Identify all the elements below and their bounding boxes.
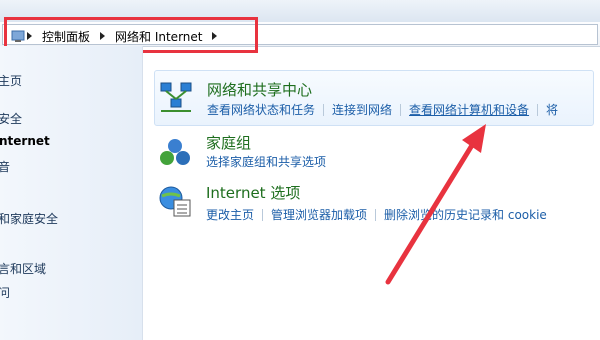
internet-options-icon[interactable] bbox=[158, 184, 192, 218]
link-separator bbox=[262, 208, 264, 221]
link-homegroup-sharing-options[interactable]: 选择家庭组和共享选项 bbox=[206, 153, 326, 170]
category-network-sharing: 网络和共享中心 查看网络状态和任务 连接到网络 查看网络计算机和设备 将 bbox=[154, 70, 594, 126]
category-links-network-sharing: 查看网络状态和任务 连接到网络 查看网络计算机和设备 将 bbox=[207, 101, 558, 118]
link-separator bbox=[400, 103, 402, 116]
link-separator bbox=[323, 103, 325, 116]
left-nav-item-access[interactable]: 问 bbox=[0, 284, 10, 301]
category-title-homegroup[interactable]: 家庭组 bbox=[206, 132, 251, 153]
category-homegroup: 家庭组 选择家庭组和共享选项 bbox=[154, 132, 594, 172]
category-links-internet-options: 更改主页 管理浏览器加载项 删除浏览的历史记录和 cookie bbox=[206, 206, 547, 223]
link-truncated[interactable]: 将 bbox=[546, 101, 558, 118]
network-sharing-center-icon[interactable] bbox=[159, 79, 193, 113]
left-nav-item-sound[interactable]: 音 bbox=[0, 158, 10, 175]
left-nav-pane: 主页 安全 nternet 音 和家庭安全 言和区域 问 bbox=[0, 46, 143, 340]
link-manage-addons[interactable]: 管理浏览器加载项 bbox=[271, 206, 367, 223]
link-view-network-computers[interactable]: 查看网络计算机和设备 bbox=[409, 101, 529, 118]
link-separator bbox=[537, 103, 539, 116]
link-connect-network[interactable]: 连接到网络 bbox=[332, 101, 392, 118]
left-nav-item-home[interactable]: 主页 bbox=[0, 72, 22, 89]
left-nav-item-security[interactable]: 安全 bbox=[0, 110, 22, 127]
category-internet-options: Internet 选项 更改主页 管理浏览器加载项 删除浏览的历史记录和 coo… bbox=[154, 182, 594, 226]
link-change-homepage[interactable]: 更改主页 bbox=[206, 206, 254, 223]
left-nav-item-family-safety[interactable]: 和家庭安全 bbox=[0, 210, 58, 227]
category-title-internet-options[interactable]: Internet 选项 bbox=[206, 182, 300, 203]
homegroup-icon[interactable] bbox=[158, 136, 192, 170]
category-title-network-sharing[interactable]: 网络和共享中心 bbox=[207, 79, 312, 100]
left-nav-item-internet[interactable]: nternet bbox=[0, 134, 50, 148]
link-view-network-status[interactable]: 查看网络状态和任务 bbox=[207, 101, 315, 118]
left-nav-item-language-region[interactable]: 言和区域 bbox=[0, 260, 46, 277]
link-delete-history[interactable]: 删除浏览的历史记录和 cookie bbox=[384, 206, 547, 223]
category-links-homegroup: 选择家庭组和共享选项 bbox=[206, 153, 326, 170]
link-separator bbox=[375, 208, 377, 221]
